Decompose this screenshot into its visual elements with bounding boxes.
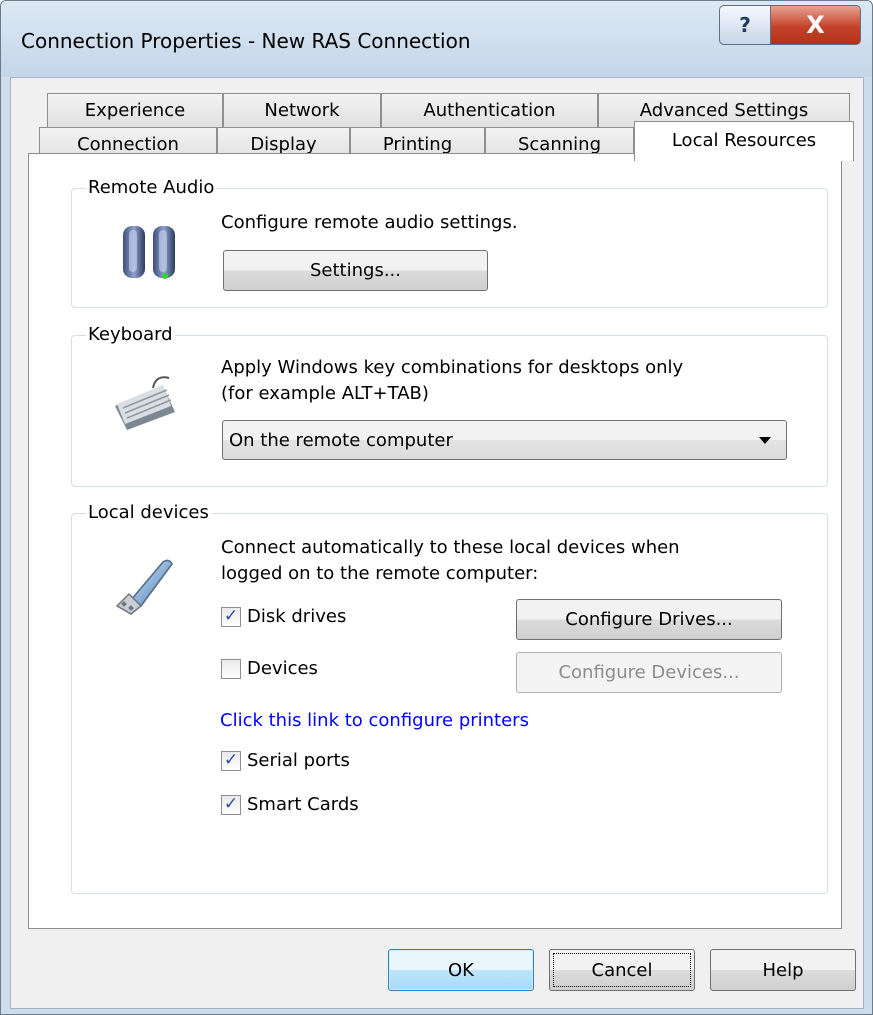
tab-authentication[interactable]: Authentication — [381, 93, 598, 127]
configure-devices-button[interactable]: Configure Devices... — [516, 652, 782, 693]
ok-button[interactable]: OK — [388, 949, 534, 991]
keyboard-description-line1: Apply Windows key combinations for deskt… — [221, 357, 684, 378]
local-devices-description-line1: Connect automatically to these local dev… — [221, 537, 680, 558]
cancel-button[interactable]: Cancel — [549, 949, 695, 991]
close-icon[interactable]: X — [770, 5, 861, 45]
check-icon[interactable]: ✓ — [221, 794, 241, 815]
local-devices-description-line2: logged on to the remote computer: — [221, 563, 539, 584]
speakers-icon — [119, 220, 179, 289]
serial-ports-checkbox[interactable]: ✓ Serial ports — [221, 750, 350, 771]
keyboard-mode-dropdown[interactable]: On the remote computer — [222, 420, 787, 460]
keyboard-icon — [109, 376, 179, 437]
help-button[interactable]: Help — [710, 949, 856, 991]
check-icon[interactable]: ✓ — [221, 750, 241, 771]
devices-checkbox[interactable]: Devices — [221, 658, 318, 679]
smart-cards-checkbox[interactable]: ✓ Smart Cards — [221, 794, 359, 815]
window-title: Connection Properties - New RAS Connecti… — [21, 29, 471, 53]
chevron-down-icon — [758, 431, 772, 454]
title-bar[interactable]: Connection Properties - New RAS Connecti… — [1, 1, 872, 77]
audio-settings-button[interactable]: Settings... — [223, 250, 488, 291]
tab-experience[interactable]: Experience — [47, 93, 223, 127]
configure-drives-button[interactable]: Configure Drives... — [516, 599, 782, 640]
keyboard-label: Keyboard — [86, 324, 175, 345]
remote-audio-description: Configure remote audio settings. — [221, 212, 518, 233]
serial-ports-label: Serial ports — [247, 750, 350, 771]
tab-local-resources[interactable]: Local Resources — [634, 121, 854, 161]
dropdown-selected-value: On the remote computer — [229, 430, 453, 451]
devices-label: Devices — [247, 658, 318, 679]
disk-drives-label: Disk drives — [247, 606, 347, 627]
disk-drives-checkbox[interactable]: ✓ Disk drives — [221, 606, 346, 627]
tab-panel-local-resources: Remote Audio Configure remote audio sett… — [28, 153, 842, 929]
smart-cards-label: Smart Cards — [247, 794, 359, 815]
usb-drive-icon — [109, 554, 175, 621]
keyboard-description-line2: (for example ALT+TAB) — [221, 383, 429, 404]
help-icon[interactable]: ? — [719, 5, 771, 45]
check-icon[interactable]: ✓ — [221, 606, 241, 627]
tab-network[interactable]: Network — [223, 93, 381, 127]
configure-printers-link[interactable]: Click this link to configure printers — [220, 710, 529, 731]
local-devices-label: Local devices — [86, 502, 211, 523]
checkbox-box[interactable] — [221, 658, 241, 679]
dialog-window: Connection Properties - New RAS Connecti… — [0, 0, 873, 1015]
remote-audio-label: Remote Audio — [86, 177, 217, 198]
